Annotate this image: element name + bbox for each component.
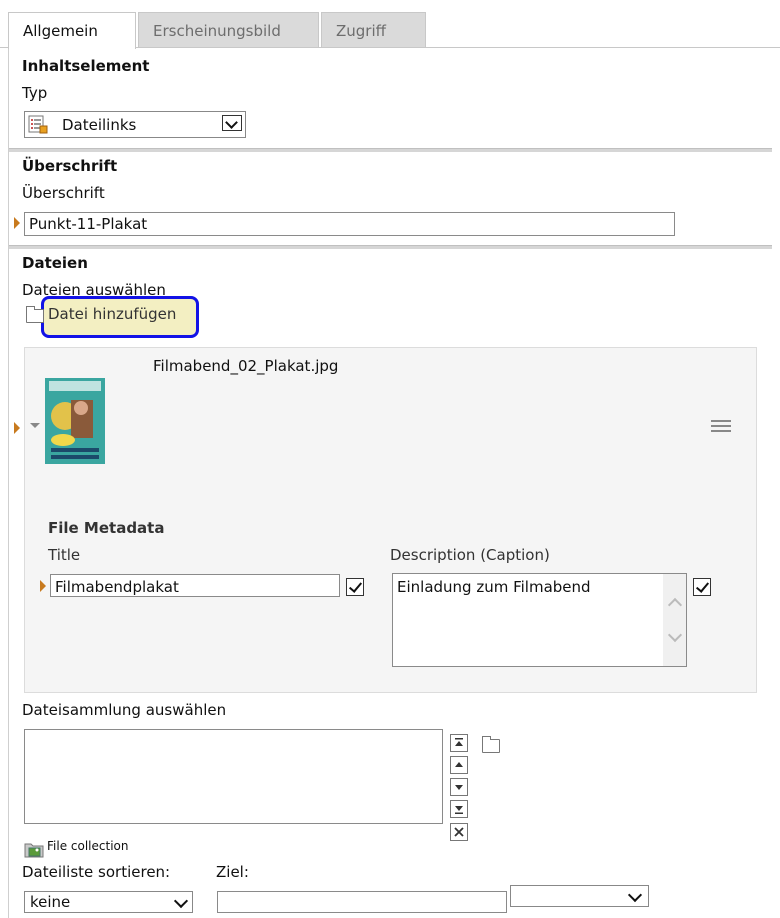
move-up-icon[interactable] [450,756,468,774]
file-links-icon [28,115,48,134]
description-textarea-value: Einladung zum Filmabend [397,578,591,596]
title-override-checkbox[interactable] [346,578,364,596]
file-name: Filmabend_02_Plakat.jpg [153,357,339,375]
sort-label: Dateiliste sortieren: [22,863,171,881]
chevron-down-icon [627,887,643,903]
file-thumbnail[interactable] [45,378,105,464]
field-marker-icon [14,422,20,434]
section-divider [9,148,772,152]
drag-handle-icon[interactable] [711,420,731,434]
scroll-down-icon[interactable] [667,627,683,643]
section-header-heading: Überschrift [22,157,118,175]
heading-input-value: Punkt-11-Plakat [29,215,148,233]
remove-icon[interactable] [450,823,468,841]
type-select[interactable]: Dateilinks [24,111,246,138]
sort-select-value: keine [30,893,71,911]
title-input[interactable]: Filmabendplakat [50,574,340,597]
section-header-files: Dateien [22,254,88,272]
section-divider [9,245,772,249]
browse-folder-icon[interactable] [482,736,500,753]
collapse-toggle-icon[interactable] [30,423,40,428]
title-label: Title [48,546,81,564]
type-select-value: Dateilinks [62,116,137,134]
field-marker-icon [14,217,20,229]
description-override-checkbox[interactable] [693,578,711,596]
tab-allgemein[interactable]: Allgemein [8,12,136,49]
move-bottom-icon[interactable] [450,800,468,818]
scroll-up-icon[interactable] [667,597,683,613]
tab-erscheinungsbild[interactable]: Erscheinungsbild [138,12,319,47]
title-input-value: Filmabendplakat [55,578,179,596]
target-select[interactable] [510,885,649,907]
tab-bar: Allgemein Erscheinungsbild Zugriff [0,0,780,49]
move-top-icon[interactable] [450,734,468,752]
move-down-icon[interactable] [450,778,468,796]
heading-label: Überschrift [22,184,105,202]
collection-list[interactable] [24,729,443,824]
description-textarea[interactable]: Einladung zum Filmabend [392,573,687,667]
target-input[interactable] [217,891,507,913]
chevron-down-icon [222,115,242,131]
description-label: Description (Caption) [390,546,550,564]
scrollbar[interactable] [663,574,686,666]
folder-icon [26,306,44,323]
target-label: Ziel: [216,863,249,881]
type-label: Typ [22,84,48,102]
field-marker-icon [40,580,46,592]
add-file-button[interactable]: Datei hinzufügen [48,305,176,323]
chevron-down-icon [173,893,189,909]
sort-select[interactable]: keine [24,891,193,913]
heading-input[interactable]: Punkt-11-Plakat [24,212,675,236]
file-metadata-header: File Metadata [48,519,165,537]
tab-zugriff[interactable]: Zugriff [321,12,426,47]
file-collection-link[interactable]: File collection [47,839,128,853]
collection-label: Dateisammlung auswählen [22,701,227,719]
file-collection-icon [24,840,44,858]
section-header-content-element: Inhaltselement [22,57,150,75]
